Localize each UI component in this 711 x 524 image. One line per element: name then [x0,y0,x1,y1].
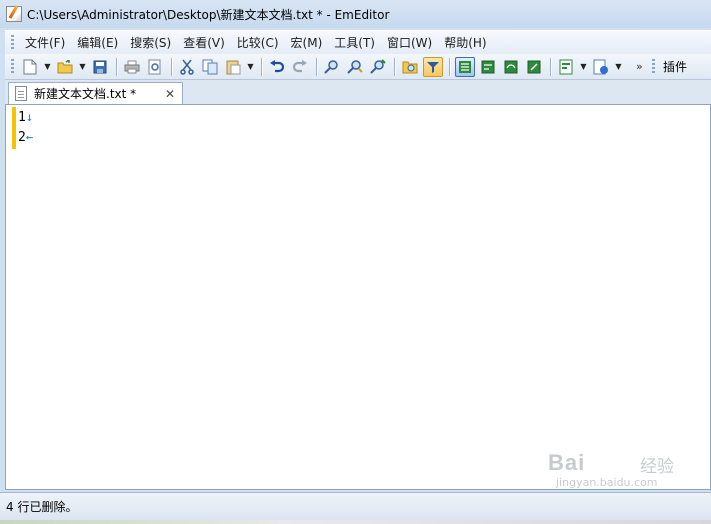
word-wrap-icon[interactable] [455,56,475,77]
editor-line[interactable]: 1↓ [18,107,33,127]
toolbar-separator [550,57,551,76]
text-document-icon [15,86,27,101]
configuration-icon[interactable] [556,57,576,77]
toolbar-separator [171,57,172,76]
print-icon[interactable] [122,57,142,77]
toolbar-grip-handle[interactable] [11,58,14,75]
status-bar: 4 行已删除。 [0,492,711,520]
menu-edit[interactable]: 编辑(E) [72,32,123,53]
menu-help[interactable]: 帮助(H) [439,32,491,53]
toolbar-overflow-icon[interactable]: » [636,60,648,73]
undo-icon[interactable] [267,57,287,77]
find-next-icon[interactable] [345,57,365,77]
filter-icon[interactable] [423,56,443,77]
open-dropdown-icon[interactable]: ▼ [78,57,87,77]
encoding-dropdown-icon[interactable]: ▼ [614,57,623,77]
encoding-icon[interactable] [591,57,611,77]
marks-icon[interactable] [524,57,544,77]
find-in-files-icon[interactable] [400,57,420,77]
new-file-icon[interactable] [20,57,40,77]
menu-macros[interactable]: 宏(M) [286,32,328,53]
paste-icon[interactable] [223,57,243,77]
document-tab-label: 新建文本文档.txt * [34,87,137,101]
cut-icon[interactable] [177,57,197,77]
menu-bar: 文件(F) 编辑(E) 搜索(S) 查看(V) 比较(C) 宏(M) 工具(T)… [5,30,711,54]
menu-search[interactable]: 搜索(S) [125,32,176,53]
document-tab[interactable]: 新建文本文档.txt * ✕ [8,82,183,104]
configuration-dropdown-icon[interactable]: ▼ [579,57,588,77]
redo-icon[interactable] [290,57,310,77]
taskbar-edge [0,520,711,524]
toolbar-separator [116,57,117,76]
line-text: 1 [18,110,26,125]
modified-lines-marker [12,107,16,149]
find-previous-icon[interactable] [368,57,388,77]
toolbar-separator [316,57,317,76]
menu-tools[interactable]: 工具(T) [329,32,380,53]
status-message: 4 行已删除。 [6,500,78,514]
title-bar[interactable]: C:\Users\Administrator\Desktop\新建文本文档.tx… [0,0,711,28]
copy-icon[interactable] [200,57,220,77]
open-folder-icon[interactable] [55,57,75,77]
wrap-window-icon[interactable] [478,57,498,77]
wrap-page-icon[interactable] [501,57,521,77]
menu-view[interactable]: 查看(V) [178,32,230,53]
emeditor-app-icon [6,6,22,22]
print-preview-icon[interactable] [145,57,165,77]
line-text: 2 [18,130,26,145]
document-tab-strip: 新建文本文档.txt * ✕ [5,80,711,104]
toolbar-separator [449,57,450,76]
newline-marker-icon: ↓ [25,110,34,124]
toolbar-separator [394,57,395,76]
new-file-dropdown-icon[interactable]: ▼ [43,57,52,77]
editor-line[interactable]: 2← [18,127,33,147]
plugins-grip-handle[interactable] [652,58,655,75]
toolbar: ▼ ▼ ▼ ▼ ▼ » 插件 [5,54,711,80]
menu-grip-handle[interactable] [11,34,14,51]
menu-compare[interactable]: 比较(C) [232,32,284,53]
tab-close-icon[interactable]: ✕ [165,87,175,101]
menu-window[interactable]: 窗口(W) [382,32,437,53]
toolbar-separator [261,57,262,76]
paste-dropdown-icon[interactable]: ▼ [246,57,255,77]
save-icon[interactable] [90,57,110,77]
end-of-file-marker-icon: ← [25,130,34,144]
window-title: C:\Users\Administrator\Desktop\新建文本文档.tx… [27,7,390,22]
text-editor-area[interactable]: 1↓ 2← [5,104,711,490]
plugins-button[interactable]: 插件 [663,58,687,75]
menu-file[interactable]: 文件(F) [20,32,70,53]
find-icon[interactable] [322,57,342,77]
